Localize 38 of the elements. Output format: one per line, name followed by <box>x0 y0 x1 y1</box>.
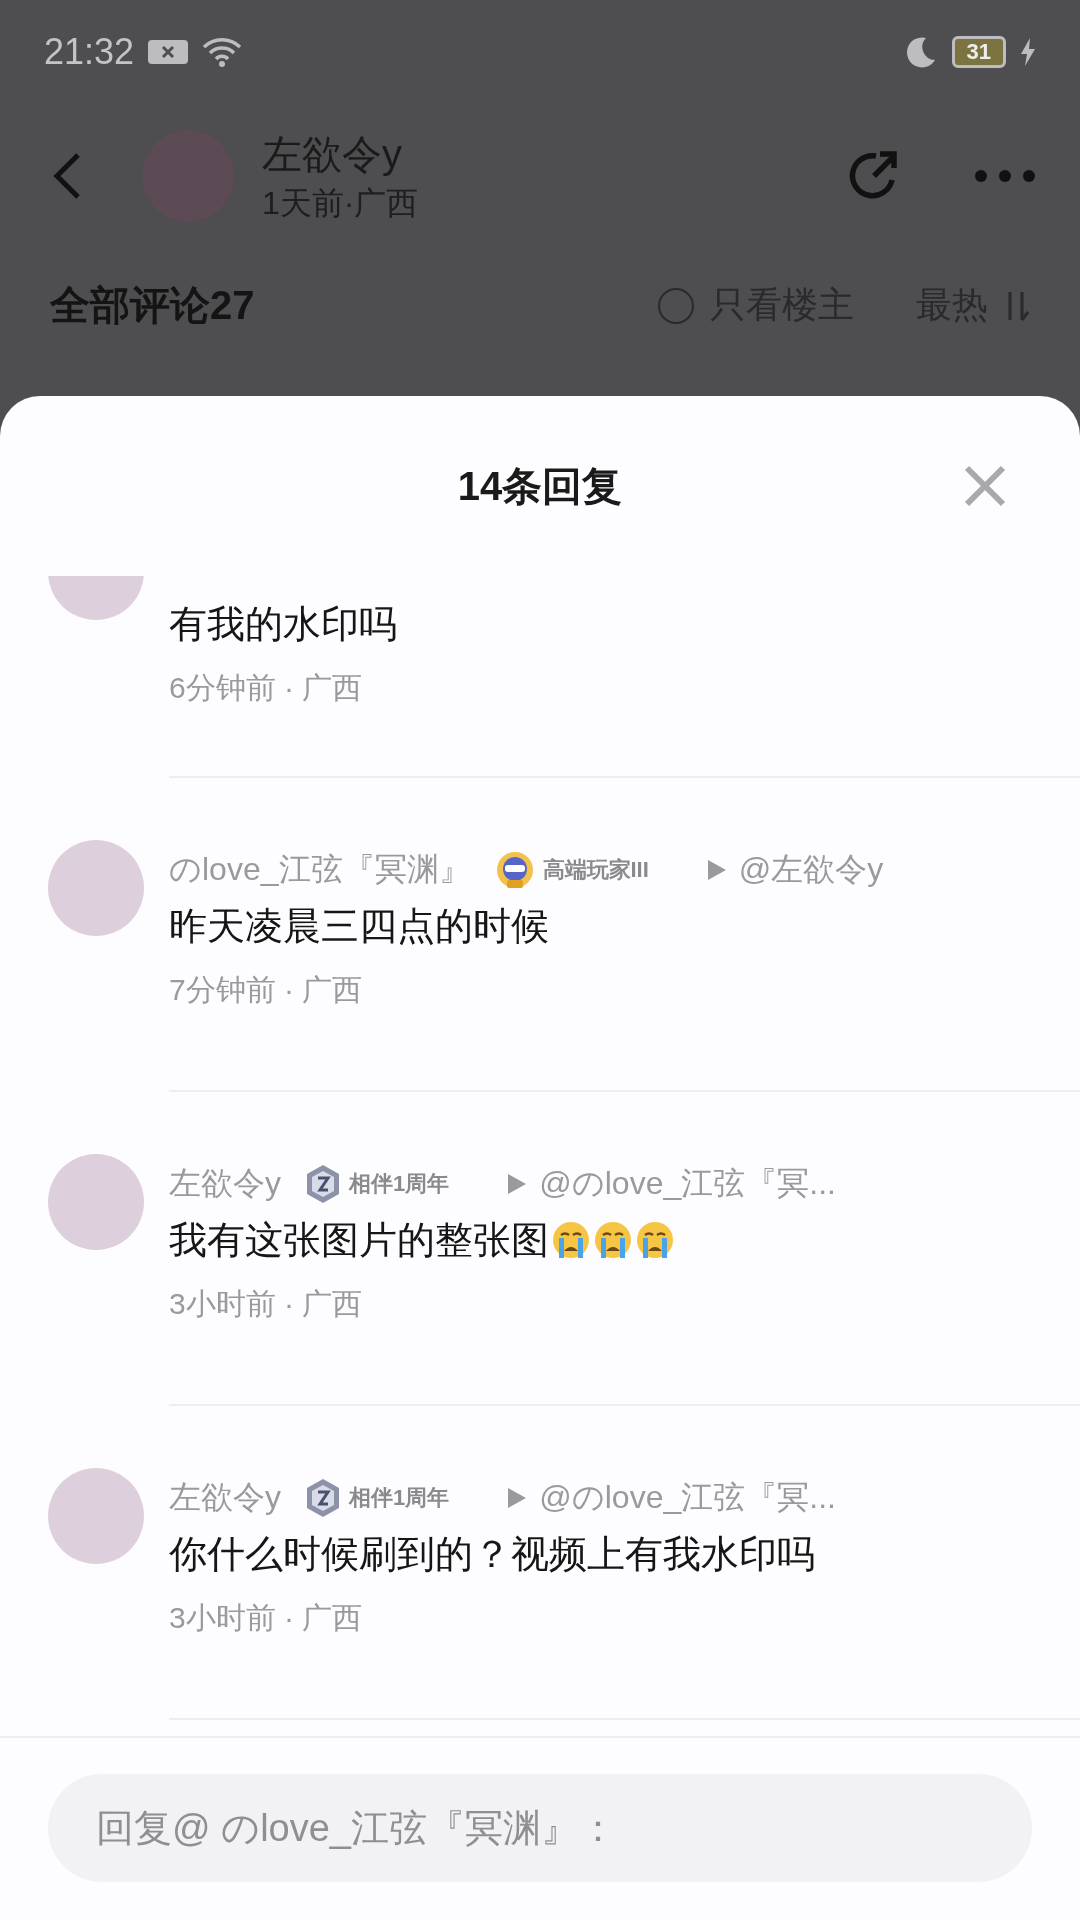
reply-time: 3小时前 · 广西 <box>169 1600 364 1636</box>
crying-face-icon <box>635 1220 675 1260</box>
reply-target[interactable]: @のlove_江弦『冥... <box>539 1162 836 1206</box>
wifi-icon <box>202 37 243 67</box>
battery-indicator: 31 <box>951 36 1006 68</box>
user-name[interactable]: のlove_江弦『冥渊』 <box>169 848 471 892</box>
close-icon[interactable] <box>964 465 1006 507</box>
back-icon[interactable] <box>52 152 82 200</box>
reply-arrow-icon <box>507 1487 528 1509</box>
radio-button[interactable] <box>658 287 694 324</box>
badge-label: 相伴1周年 <box>349 1484 450 1512</box>
status-time: 21:32 <box>44 31 135 73</box>
reply-arrow-icon <box>507 1173 528 1195</box>
charging-icon <box>1020 38 1036 66</box>
comments-title: 全部评论27 <box>50 282 255 329</box>
crying-face-icon <box>551 1220 591 1260</box>
crying-face-icon <box>593 1220 633 1260</box>
reply-text: 有我的水印吗 <box>169 601 397 647</box>
notification-icon <box>148 38 189 66</box>
badge-label: 相伴1周年 <box>349 1170 450 1198</box>
reply-time: 7分钟前 · 广西 <box>169 972 364 1008</box>
medal-icon <box>494 850 535 890</box>
reply-time: 6分钟前 · 广西 <box>169 670 364 706</box>
reply-text: 昨天凌晨三四点的时候 <box>169 903 549 949</box>
reply-target[interactable]: @のlove_江弦『冥... <box>539 1476 836 1520</box>
reply-input[interactable]: 回复@ のlove_江弦『冥渊』： <box>48 1774 1032 1882</box>
reply-text: 我有这张图片的整张图 <box>169 1217 549 1263</box>
shield-badge-icon <box>305 1478 341 1518</box>
more-icon[interactable] <box>974 169 1036 183</box>
reply-target[interactable]: @左欲令y <box>738 848 884 892</box>
reply-text: 你什么时候刷到的？视频上有我水印吗 <box>169 1531 815 1577</box>
user-name[interactable]: 左欲令y <box>169 1476 281 1520</box>
reply-time: 3小时前 · 广西 <box>169 1286 364 1322</box>
shield-badge-icon <box>305 1164 341 1204</box>
reply-arrow-icon <box>706 859 727 881</box>
sheet-title: 14条回复 <box>457 462 623 510</box>
user-name[interactable]: 左欲令y <box>169 1162 281 1206</box>
badge-label: 高端玩家III <box>542 856 649 884</box>
